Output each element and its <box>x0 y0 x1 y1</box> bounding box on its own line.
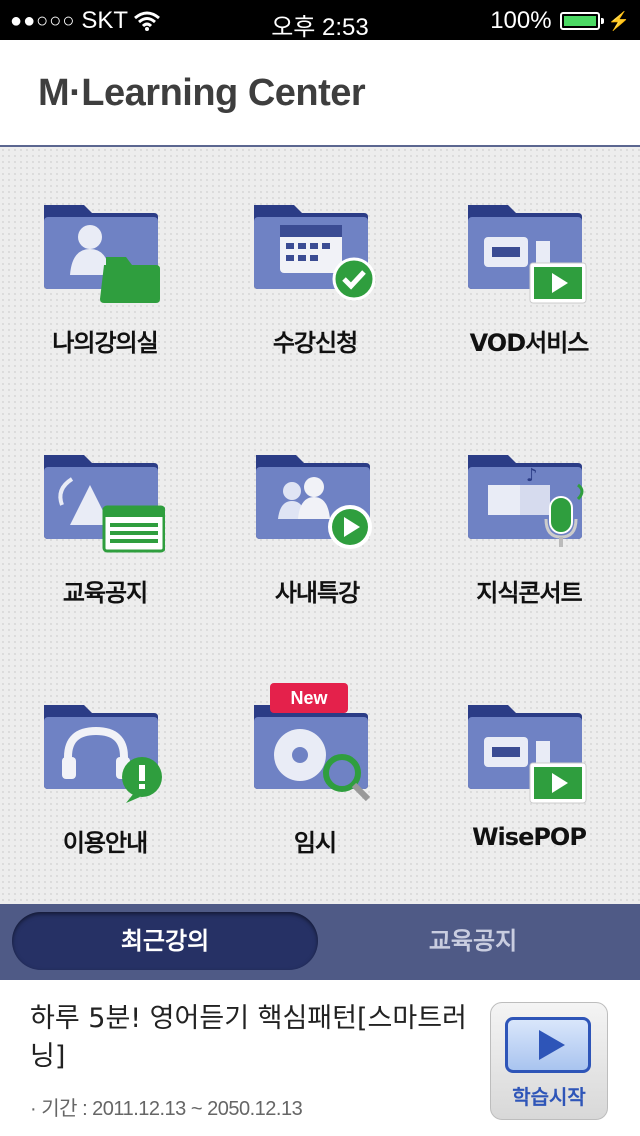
vod-service-icon <box>468 205 587 304</box>
battery-icon <box>559 12 604 30</box>
wisepop-icon <box>468 705 587 804</box>
menu-usage-guide[interactable]: 이용안내 <box>0 695 200 895</box>
battery-status: 100% ⚡ <box>490 7 630 35</box>
svg-text:♪: ♪ <box>526 465 538 486</box>
usage-guide-icon <box>44 705 162 803</box>
start-learning-button[interactable]: 학습시작 <box>490 1002 608 1120</box>
recent-course-item[interactable]: 하루 5분! 영어듣기 핵심패턴[스마트러닝] · 기간 : 2011.12.1… <box>0 980 640 1136</box>
course-title: 하루 5분! 영어듣기 핵심패턴[스마트러닝] <box>30 1003 467 1072</box>
menu-temp[interactable]: New 임시 <box>210 683 410 895</box>
my-classroom-icon <box>44 205 160 303</box>
knowledge-concert-icon: ♪ <box>468 455 584 547</box>
start-learning-label: 학습시작 <box>512 1085 586 1109</box>
company-lecture-icon <box>256 455 372 549</box>
new-badge: New <box>270 683 348 713</box>
menu-company-lecture[interactable]: 사내특강 <box>212 445 412 645</box>
play-icon <box>505 1017 591 1073</box>
app-logo: M·Learning Center <box>38 72 366 114</box>
menu-education-notice[interactable]: 교육공지 <box>0 445 200 645</box>
menu-wisepop[interactable]: WisePOP <box>424 695 624 895</box>
menu-label: 지식콘서트 <box>476 579 582 607</box>
charging-icon: ⚡ <box>607 10 630 31</box>
menu-label: 수강신청 <box>272 329 358 357</box>
menu-label: 나의강의실 <box>52 329 158 357</box>
menu-label: 이용안내 <box>62 829 148 857</box>
tab-education-notice[interactable]: 교육공지 <box>320 912 626 970</box>
tab-recent-lecture[interactable]: 최근강의 <box>12 912 318 970</box>
menu-label: 사내특강 <box>274 579 360 607</box>
app-header: M·Learning Center <box>0 40 640 147</box>
battery-percent: 100% <box>490 7 552 34</box>
menu-vod-service[interactable]: VOD서비스 <box>424 195 624 395</box>
menu-label: WisePOP <box>472 823 587 851</box>
menu-label: 임시 <box>293 829 337 857</box>
course-period: · 기간 : 2011.12.13 ~ 2050.12.13 <box>30 1098 303 1120</box>
enrollment-calendar-icon <box>254 205 375 301</box>
menu-label: VOD서비스 <box>469 329 590 357</box>
education-notice-icon <box>44 455 165 553</box>
lecture-tab-bar: 최근강의 교육공지 <box>0 904 640 980</box>
menu-label: 교육공지 <box>62 579 148 607</box>
menu-enrollment[interactable]: 수강신청 <box>210 195 410 395</box>
main-menu-grid: 나의강의실 수강신청 VOD서비스 교육공지 사내특강 ♪ 지식콘서트 이용안내… <box>0 147 640 904</box>
status-bar: ●●○○○ SKT 오후 2:53 100% ⚡ <box>0 0 640 41</box>
menu-knowledge-concert[interactable]: ♪ 지식콘서트 <box>424 445 624 645</box>
menu-my-classroom[interactable]: 나의강의실 <box>0 195 200 395</box>
